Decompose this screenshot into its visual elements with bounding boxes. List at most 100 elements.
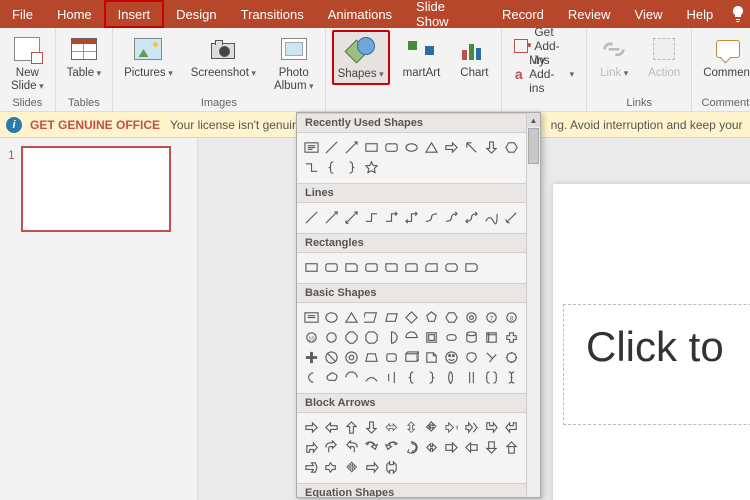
slide-thumb-1[interactable] <box>21 146 171 232</box>
ar-13[interactable] <box>321 437 341 457</box>
bs-24[interactable] <box>321 347 341 367</box>
rect-2[interactable] <box>321 257 341 277</box>
shape-arrow-down[interactable] <box>481 137 501 157</box>
line-8[interactable] <box>441 207 461 227</box>
ar-11[interactable] <box>501 417 521 437</box>
shape-hexagon[interactable] <box>501 137 521 157</box>
screenshot-button[interactable]: Screenshot <box>186 30 261 83</box>
shape-line-arrow[interactable] <box>341 137 361 157</box>
shape-oval[interactable] <box>401 137 421 157</box>
tab-file[interactable]: File <box>0 0 45 28</box>
chart-button[interactable]: Chart <box>453 30 495 83</box>
photo-album-button[interactable]: Photo Album <box>269 30 319 95</box>
line-6[interactable] <box>401 207 421 227</box>
bs-26[interactable] <box>361 347 381 367</box>
tab-slideshow[interactable]: Slide Show <box>404 0 490 28</box>
shape-line[interactable] <box>321 137 341 157</box>
ar-23[interactable] <box>301 457 321 477</box>
bs-32[interactable] <box>481 347 501 367</box>
rect-3[interactable] <box>341 257 361 277</box>
line-11[interactable] <box>501 207 521 227</box>
ar-5[interactable] <box>381 417 401 437</box>
rect-7[interactable] <box>421 257 441 277</box>
shape-arrow-ul[interactable] <box>461 137 481 157</box>
bs-22[interactable] <box>501 327 521 347</box>
rect-6[interactable] <box>401 257 421 277</box>
bs-6[interactable] <box>401 307 421 327</box>
ar-17[interactable] <box>401 437 421 457</box>
action-button[interactable]: Action <box>643 30 685 83</box>
tab-transitions[interactable]: Transitions <box>229 0 316 28</box>
tab-insert[interactable]: Insert <box>104 0 165 28</box>
bs-21[interactable] <box>481 327 501 347</box>
shape-connector[interactable] <box>301 157 321 177</box>
shape-rect[interactable] <box>361 137 381 157</box>
ar-10[interactable] <box>481 417 501 437</box>
ar-9[interactable] <box>461 417 481 437</box>
line-2[interactable] <box>321 207 341 227</box>
rect-9[interactable] <box>461 257 481 277</box>
bs-30[interactable] <box>441 347 461 367</box>
bs-19[interactable] <box>441 327 461 347</box>
bs-36[interactable] <box>341 367 361 387</box>
my-addins-button[interactable]: a My Add-ins ▾ <box>508 64 580 84</box>
bs-2[interactable] <box>321 307 341 327</box>
scroll-up-icon[interactable]: ▲ <box>527 113 540 127</box>
ar-18[interactable] <box>421 437 441 457</box>
bs-38[interactable] <box>381 367 401 387</box>
table-button[interactable]: Table <box>62 30 107 83</box>
scroll-thumb[interactable] <box>528 128 539 164</box>
line-5[interactable] <box>381 207 401 227</box>
line-1[interactable] <box>301 207 321 227</box>
rect-4[interactable] <box>361 257 381 277</box>
shapes-button[interactable]: Shapes <box>332 30 390 85</box>
bs-14[interactable] <box>341 327 361 347</box>
tab-help[interactable]: Help <box>674 0 725 28</box>
bs-34[interactable] <box>301 367 321 387</box>
ar-22[interactable] <box>501 437 521 457</box>
dropdown-scrollbar[interactable]: ▲ <box>526 113 540 497</box>
line-3[interactable] <box>341 207 361 227</box>
bs-5[interactable] <box>381 307 401 327</box>
bs-7[interactable] <box>421 307 441 327</box>
bs-41[interactable] <box>441 367 461 387</box>
shape-brace-l[interactable] <box>321 157 341 177</box>
bs-16[interactable] <box>381 327 401 347</box>
bs-42[interactable] <box>461 367 481 387</box>
bs-13[interactable] <box>321 327 341 347</box>
line-4[interactable] <box>361 207 381 227</box>
ar-6[interactable] <box>401 417 421 437</box>
slide[interactable]: Click to Click to <box>553 184 750 500</box>
line-10[interactable] <box>481 207 501 227</box>
ar-4[interactable] <box>361 417 381 437</box>
comment-button[interactable]: Comment <box>698 30 750 83</box>
rect-8[interactable] <box>441 257 461 277</box>
bs-25[interactable] <box>341 347 361 367</box>
ar-1[interactable] <box>301 417 321 437</box>
ar-8[interactable] <box>441 417 461 437</box>
ar-24[interactable] <box>321 457 341 477</box>
bs-28[interactable] <box>401 347 421 367</box>
ar-26[interactable] <box>361 457 381 477</box>
bs-4[interactable] <box>361 307 381 327</box>
tell-me-icon[interactable] <box>725 0 750 28</box>
tab-review[interactable]: Review <box>556 0 623 28</box>
bs-3[interactable] <box>341 307 361 327</box>
bs-43[interactable] <box>481 367 501 387</box>
ar-27[interactable] <box>381 457 401 477</box>
tab-record[interactable]: Record <box>490 0 556 28</box>
link-button[interactable]: Link <box>593 30 635 83</box>
bs-35[interactable] <box>321 367 341 387</box>
bs-15[interactable] <box>361 327 381 347</box>
tab-design[interactable]: Design <box>164 0 228 28</box>
shape-textbox[interactable] <box>301 137 321 157</box>
ar-3[interactable] <box>341 417 361 437</box>
shapes-dropdown[interactable]: ▲ Recently Used Shapes Lines Rectang <box>296 112 541 498</box>
shape-star[interactable] <box>361 157 381 177</box>
bs-31[interactable] <box>461 347 481 367</box>
bs-10[interactable]: 7 <box>481 307 501 327</box>
bs-37[interactable] <box>361 367 381 387</box>
ar-19[interactable] <box>441 437 461 457</box>
ar-12[interactable] <box>301 437 321 457</box>
bs-11[interactable]: 8 <box>501 307 521 327</box>
